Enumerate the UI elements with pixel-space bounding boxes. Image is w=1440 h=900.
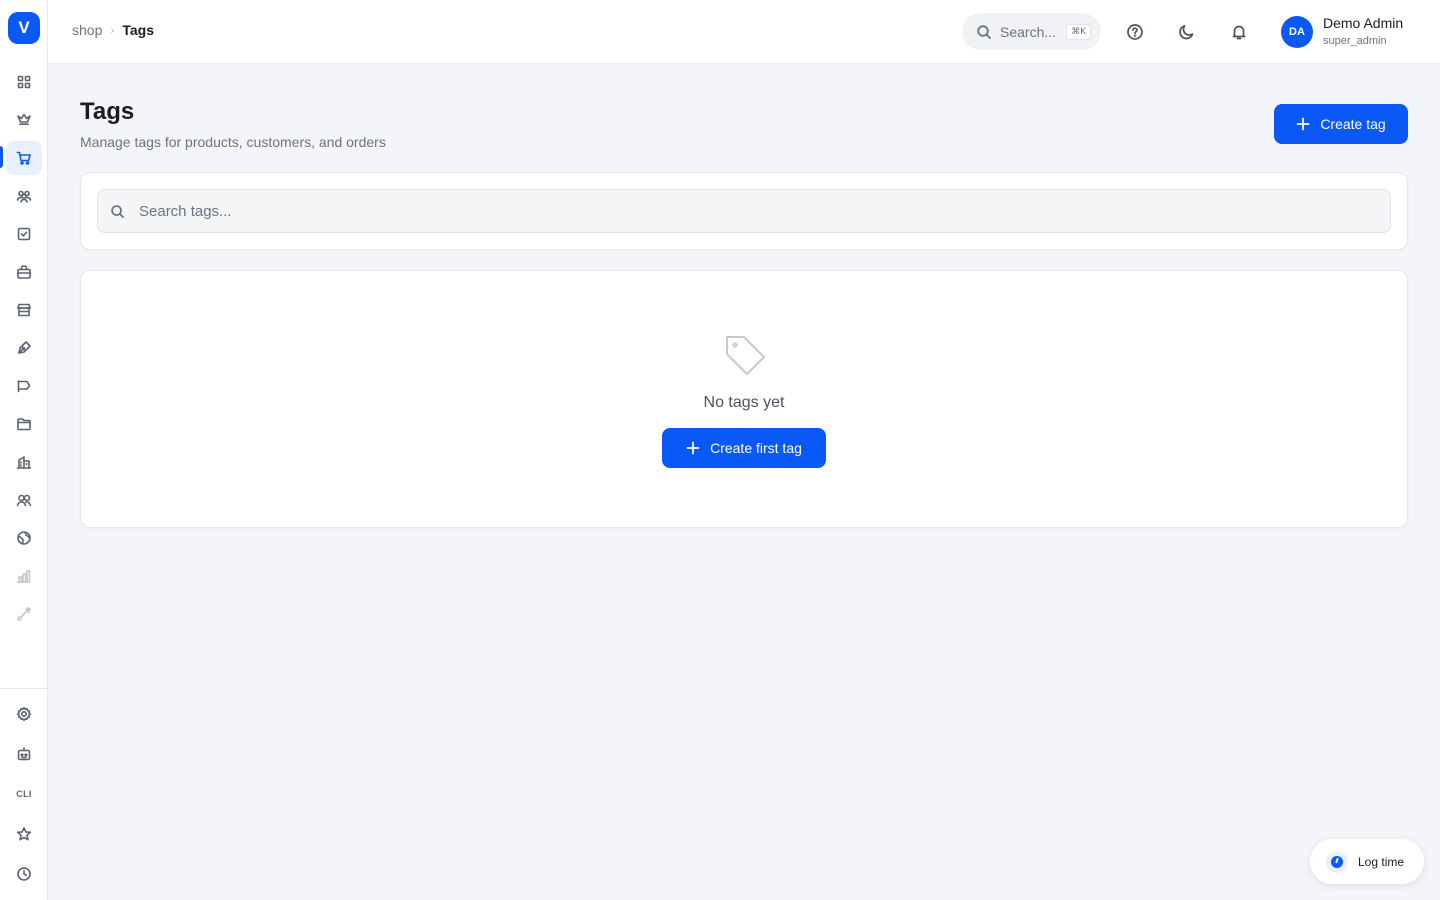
sidebar-item-team[interactable] (6, 483, 42, 517)
sidebar-item-bot[interactable] (6, 737, 42, 771)
sidebar: V CLI (0, 0, 48, 900)
help-button[interactable] (1123, 20, 1147, 44)
topbar: shop › Tags Search... ⌘K DA Demo Admin s… (48, 0, 1440, 64)
help-icon (1127, 24, 1143, 40)
empty-state-message: No tags yet (703, 394, 785, 411)
global-search-button[interactable]: Search... ⌘K (962, 13, 1101, 50)
store-icon (17, 303, 31, 317)
robot-icon (17, 747, 31, 761)
sidebar-item-integrations[interactable] (6, 597, 42, 631)
bag-icon (17, 265, 31, 279)
globe-icon (17, 531, 31, 545)
crown-icon (17, 113, 31, 125)
checkbox-icon (17, 227, 31, 241)
sidebar-item-files[interactable] (6, 407, 42, 441)
user-name[interactable]: Demo Admin (1323, 15, 1403, 31)
search-icon (111, 204, 124, 218)
avatar[interactable]: DA (1281, 16, 1313, 48)
sidebar-item-web[interactable] (6, 521, 42, 555)
breadcrumb: shop › Tags (72, 22, 154, 38)
create-first-tag-button[interactable]: Create first tag (662, 428, 826, 468)
grid-icon (17, 75, 31, 89)
bar-chart-icon (17, 570, 31, 583)
sidebar-item-marketing[interactable] (6, 369, 42, 403)
plus-icon (1296, 117, 1310, 131)
sidebar-item-settings[interactable] (6, 697, 42, 731)
sidebar-item-analytics[interactable] (6, 559, 42, 593)
gear-icon (17, 707, 31, 721)
sidebar-item-customers[interactable] (6, 179, 42, 213)
cli-label: CLI (16, 789, 32, 799)
stopwatch-icon (1326, 850, 1348, 873)
megaphone-icon (17, 380, 31, 393)
create-tag-label: Create tag (1320, 116, 1386, 132)
sidebar-item-buildings[interactable] (6, 445, 42, 479)
sidebar-item-shop[interactable] (6, 141, 42, 175)
route-icon (17, 607, 31, 621)
sidebar-item-history[interactable] (6, 857, 42, 891)
tags-empty-state: No tags yet Create first tag (80, 270, 1408, 528)
global-search-placeholder: Search... (1000, 23, 1057, 40)
team-icon (16, 494, 32, 507)
tag-search-field[interactable] (97, 189, 1391, 233)
search-shortcut-badge: ⌘K (1066, 23, 1091, 40)
theme-toggle-button[interactable] (1175, 20, 1199, 44)
user-role: super_admin (1323, 35, 1387, 47)
pen-icon (18, 341, 31, 354)
page-subtitle: Manage tags for products, customers, and… (80, 134, 386, 150)
plus-icon (686, 441, 700, 455)
breadcrumb-parent-link[interactable]: shop (72, 22, 102, 38)
sidebar-item-crown[interactable] (6, 102, 42, 136)
clock-icon (17, 867, 31, 881)
breadcrumb-current: Tags (122, 22, 154, 38)
star-icon (16, 827, 32, 841)
tag-search-input[interactable] (139, 202, 1339, 220)
chevron-right-icon: › (110, 23, 115, 37)
page-title: Tags (80, 98, 135, 125)
sidebar-item-cli[interactable]: CLI (6, 777, 42, 811)
folder-icon (17, 418, 31, 431)
users-icon (16, 190, 32, 203)
tag-icon (723, 333, 769, 379)
active-indicator (0, 146, 3, 168)
sidebar-item-store[interactable] (6, 293, 42, 327)
log-time-button[interactable]: Log time (1310, 839, 1424, 884)
bell-icon (1232, 25, 1246, 40)
create-tag-button[interactable]: Create tag (1274, 104, 1408, 144)
cart-icon (16, 151, 31, 165)
sidebar-item-dashboard[interactable] (6, 65, 42, 99)
moon-icon (1179, 25, 1194, 40)
sidebar-item-products[interactable] (6, 255, 42, 289)
sidebar-item-tasks[interactable] (6, 217, 42, 251)
sidebar-divider (0, 688, 48, 689)
building-icon (16, 456, 32, 469)
tag-search-card (80, 172, 1408, 250)
search-icon (977, 24, 991, 39)
create-first-tag-label: Create first tag (710, 440, 802, 456)
log-time-label: Log time (1358, 854, 1405, 869)
notifications-button[interactable] (1227, 20, 1251, 44)
sidebar-item-favorites[interactable] (6, 817, 42, 851)
app-logo[interactable]: V (8, 12, 40, 44)
sidebar-item-design[interactable] (6, 331, 42, 365)
